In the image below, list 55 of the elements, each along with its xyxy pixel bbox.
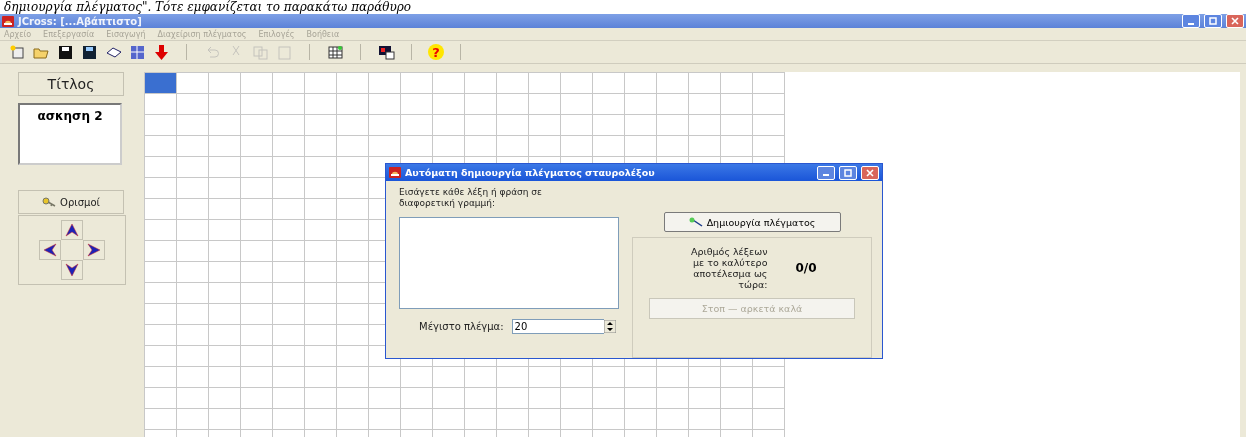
close-icon — [866, 168, 874, 177]
document-text: δημιουργία πλέγματος". Τότε εμφανίζεται το παρακάτω παράθυρο — [3, 0, 413, 14]
instruction-text: Εισάγετε κάθε λέξη ή φράση σε διαφορετική γραμμή: — [399, 187, 543, 210]
app-icon — [2, 15, 14, 27]
definitions-button[interactable]: Ορισμοί — [18, 190, 124, 214]
dialog-title: Αυτόματη δημιουργία πλέγματος σταυρολέξου — [405, 167, 656, 178]
right-button[interactable] — [83, 240, 105, 260]
selected-cell[interactable] — [145, 73, 176, 93]
close-icon — [1231, 17, 1239, 25]
copy-icon — [251, 44, 269, 60]
magic-wand-icon — [688, 217, 703, 227]
down-arrow-icon — [65, 263, 79, 277]
minimize-icon — [1188, 22, 1194, 25]
up-button[interactable] — [61, 220, 83, 240]
create-grid-button[interactable]: Δημιουργία πλέγματος — [663, 212, 841, 232]
menu-item[interactable]: Επιλογές — [258, 29, 295, 39]
menu-item[interactable]: Διαχείριση πλέγματος — [157, 29, 247, 39]
maximize-icon — [844, 168, 852, 177]
menu-item[interactable]: Αρχείο — [4, 29, 32, 39]
grid-icon — [326, 44, 344, 60]
minimize-icon — [823, 174, 829, 176]
title-button[interactable]: Τίτλος — [18, 72, 124, 96]
help-button[interactable]: ? — [428, 44, 444, 60]
new-document-icon — [8, 44, 26, 60]
max-grid-label: Μέγιστο πλέγμα: — [419, 321, 504, 332]
left-arrow-icon — [43, 243, 57, 257]
window-title: JCross: [...Αβάπτιστο] — [18, 15, 143, 27]
close-button[interactable] — [1226, 14, 1244, 28]
toolbar-button[interactable] — [80, 44, 98, 60]
maximize-button[interactable] — [839, 165, 857, 180]
menu-item[interactable]: Εισαγωγή — [106, 29, 146, 39]
grid-page-icon — [128, 44, 146, 60]
monitor-icon — [377, 44, 395, 60]
left-button[interactable] — [39, 240, 61, 260]
close-button[interactable] — [861, 165, 879, 180]
menu-item[interactable]: Επεξεργασία — [43, 29, 95, 39]
key-icon — [42, 197, 57, 207]
toolbar-button[interactable] — [377, 44, 395, 60]
maximize-icon — [1209, 17, 1217, 25]
result-label: Αριθμός λέξεων με το καλύτερο αποτέλεσμα ως τώρα: — [690, 246, 768, 290]
clipboard-icon — [275, 44, 293, 60]
words-input-field[interactable] — [399, 217, 619, 309]
right-arrow-icon — [87, 243, 101, 257]
maximize-button[interactable] — [1204, 14, 1222, 28]
title-value: ασκηση 2 — [18, 103, 122, 165]
result-value: 0/0 — [795, 261, 817, 275]
app-icon — [389, 167, 401, 178]
down-button[interactable] — [61, 260, 83, 280]
max-grid-field[interactable]: 20 — [511, 319, 604, 334]
minimize-button[interactable] — [1182, 14, 1200, 28]
up-arrow-icon — [65, 223, 79, 237]
minimize-button[interactable] — [817, 165, 835, 180]
menu-item[interactable]: Βοήθεια — [306, 29, 340, 39]
toolbar-button[interactable] — [56, 44, 74, 60]
down-arrow-icon — [152, 44, 170, 60]
